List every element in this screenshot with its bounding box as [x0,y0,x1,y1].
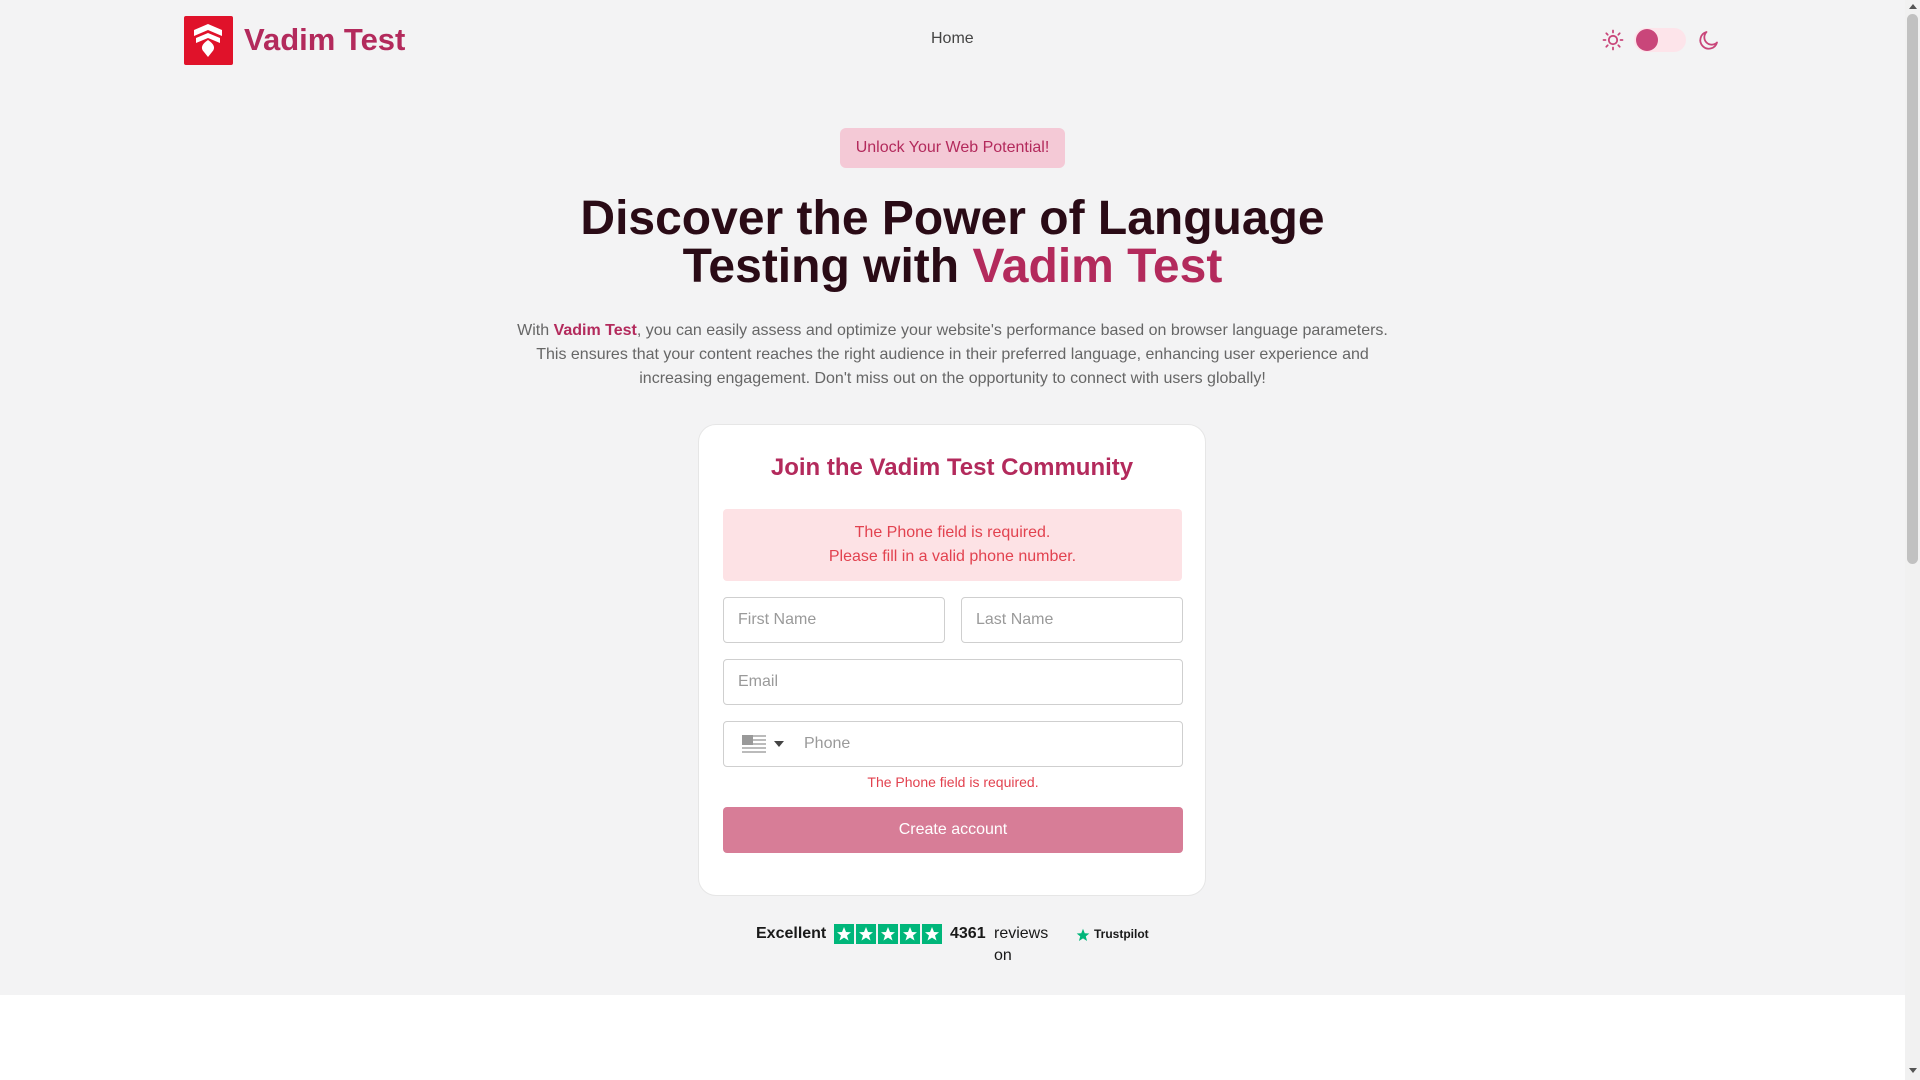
star-icon [878,924,898,944]
star-icon [900,924,920,944]
email-field[interactable] [723,659,1183,705]
star-icon [922,924,942,944]
signup-title: Join the Vadim Test Community [770,454,1134,481]
star-icon [834,924,854,944]
chevron-down-icon [774,741,784,747]
trustpilot-text: reviews on [994,925,1049,964]
page: Vadim Test Home Unlock Your Web Potentia… [0,0,1905,1080]
scroll-up-icon[interactable] [1909,4,1917,9]
create-account-button[interactable]: Create account [723,807,1183,853]
us-flag-icon [742,735,766,753]
first-name-field[interactable] [723,597,945,643]
sun-icon[interactable] [1601,28,1625,52]
scroll-thumb[interactable] [1907,14,1918,564]
next-section [0,995,1905,1080]
site-header: Vadim Test Home [0,0,1905,80]
phone-field[interactable] [790,722,1208,766]
lead-text: , you can easily assess and optimize you… [536,322,1388,387]
trustpilot-logo-text: Trustpilot [1094,927,1149,941]
logo-icon [184,16,233,65]
phone-error: The Phone field is required. [867,774,1039,790]
phone-field-wrapper [723,721,1208,767]
headline-accent: Vadim Test [972,240,1223,293]
theme-toggle[interactable] [1634,28,1686,52]
trustpilot-count: 4361 [950,925,986,942]
trustpilot-rating-label: Excellent [756,925,827,942]
moon-icon[interactable] [1697,28,1721,52]
trustpilot-logo-icon [1076,927,1090,941]
hero-badge: Unlock Your Web Potential! [840,128,1065,168]
scroll-down-icon[interactable] [1909,1068,1917,1073]
nav-home-link[interactable]: Home [931,28,974,50]
error-alert-line1: The Phone field is required. [854,524,1051,541]
last-name-field[interactable] [961,597,1183,643]
star-icon [856,924,876,944]
error-alert: The Phone field is required. Please fill… [723,509,1182,581]
headline-line1: Discover the Power of Language [580,192,1325,245]
brand-name: Vadim Test [244,22,406,57]
hero-lead: With Vadim Test, you can easily assess a… [505,319,1400,391]
scrollbar[interactable] [1905,0,1920,1080]
hero-headline: Discover the Power of Language Testing w… [460,195,1445,291]
signup-card: Join the Vadim Test Community The Phone … [698,424,1208,896]
theme-toggle-knob [1636,29,1658,51]
headline-line2-prefix: Testing with [682,240,973,293]
lead-prefix: With [517,322,554,339]
lead-brand: Vadim Test [553,322,637,339]
error-alert-line2: Please fill in a valid phone number. [828,548,1077,565]
